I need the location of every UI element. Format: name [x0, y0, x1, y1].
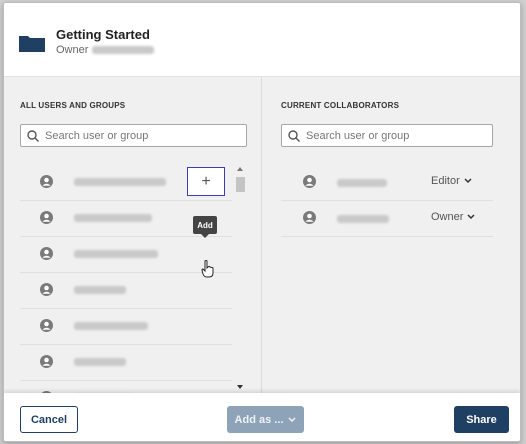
list-item[interactable] — [20, 273, 232, 309]
user-search-input[interactable]: Search user or group — [20, 124, 247, 147]
owner-name-redacted — [92, 46, 155, 54]
all-users-panel: ALL USERS AND GROUPS Search user or grou… — [4, 77, 262, 404]
current-collaborators-panel: CURRENT COLLABORATORS Search user or gro… — [263, 77, 520, 393]
user-avatar-icon — [40, 247, 53, 260]
folder-icon — [19, 36, 45, 52]
dialog-header: Getting Started Owner — [4, 3, 520, 77]
collaborator-name-redacted — [337, 215, 389, 223]
user-avatar-icon — [40, 211, 53, 224]
role-label: Editor — [431, 175, 460, 187]
user-avatar-icon — [40, 175, 53, 188]
search-placeholder: Search user or group — [306, 129, 410, 142]
collaborators-title: CURRENT COLLABORATORS — [281, 101, 400, 110]
collaborator-name-redacted — [337, 179, 387, 187]
share-dialog: Getting Started Owner ALL USERS AND GROU… — [3, 2, 521, 442]
hand-cursor-icon — [201, 260, 214, 278]
collaborator-item: Owner — [281, 201, 493, 237]
user-avatar-icon — [303, 175, 316, 188]
collaborator-search-input[interactable]: Search user or group — [281, 124, 493, 147]
user-name-redacted — [74, 358, 126, 366]
share-button[interactable]: Share — [454, 406, 509, 433]
user-name-redacted — [74, 322, 148, 330]
chevron-down-icon — [467, 214, 475, 220]
owner-line: Owner — [56, 44, 155, 56]
user-avatar-icon — [40, 319, 53, 332]
role-label: Owner — [431, 211, 464, 223]
user-name-redacted — [74, 286, 126, 294]
chevron-down-icon — [464, 178, 472, 184]
user-avatar-icon — [40, 283, 53, 296]
collaborators-list: Editor Owner — [281, 165, 493, 237]
cancel-button[interactable]: Cancel — [20, 406, 78, 433]
search-placeholder: Search user or group — [45, 129, 149, 142]
dialog-body: ALL USERS AND GROUPS Search user or grou… — [4, 77, 520, 404]
add-as-button[interactable]: Add as ... — [227, 406, 304, 433]
user-avatar-icon — [303, 211, 316, 224]
owner-label: Owner — [56, 44, 89, 56]
users-list-scrollbar[interactable] — [235, 167, 247, 389]
chevron-down-icon — [288, 416, 296, 422]
list-item[interactable] — [20, 345, 232, 381]
user-name-redacted — [74, 214, 152, 222]
add-user-button[interactable]: + — [187, 167, 225, 196]
scroll-up-arrow-icon[interactable] — [237, 167, 243, 171]
scroll-down-arrow-icon[interactable] — [237, 385, 243, 389]
add-tooltip: Add — [193, 216, 217, 238]
scroll-thumb[interactable] — [236, 177, 245, 192]
all-users-title: ALL USERS AND GROUPS — [20, 101, 126, 110]
user-avatar-icon — [40, 355, 53, 368]
dialog-title: Getting Started — [56, 27, 150, 42]
dialog-footer: Cancel Add as ... Share — [4, 393, 520, 441]
user-name-redacted — [74, 178, 166, 186]
list-item[interactable]: + — [20, 165, 232, 201]
users-list: + — [20, 165, 232, 417]
collaborator-item: Editor — [281, 165, 493, 201]
role-dropdown-owner[interactable]: Owner — [431, 211, 475, 223]
search-icon — [27, 129, 39, 142]
list-item[interactable] — [20, 309, 232, 345]
user-name-redacted — [74, 250, 158, 258]
add-as-label: Add as ... — [234, 413, 284, 426]
role-dropdown-editor[interactable]: Editor — [431, 175, 472, 187]
search-icon — [288, 129, 300, 142]
